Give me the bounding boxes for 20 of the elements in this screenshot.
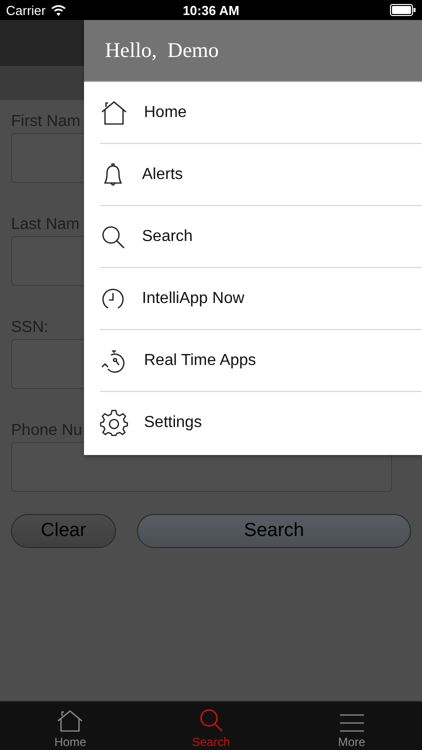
menu-item[interactable]: Search — [100, 206, 422, 268]
menu-item[interactable]: Settings — [100, 392, 422, 454]
carrier-label: Carrier — [6, 2, 46, 18]
tab[interactable]: More — [281, 702, 422, 750]
home-icon — [56, 709, 84, 733]
greeting: Hello, Demo — [105, 38, 219, 63]
clock-icon — [100, 286, 126, 312]
battery-icon — [390, 4, 416, 16]
search-icon — [100, 224, 126, 250]
status-time: 10:36 AM — [182, 2, 240, 18]
menu-item[interactable]: Home — [100, 82, 422, 144]
menu-item[interactable]: Alerts — [100, 144, 422, 206]
menu-item[interactable]: IntelliApp Now — [100, 268, 422, 330]
menu-item[interactable]: Real Time Apps — [100, 330, 422, 392]
wifi-icon — [50, 4, 66, 16]
menu-icon — [340, 713, 364, 733]
search-icon — [198, 707, 224, 733]
tab[interactable]: Home — [0, 702, 141, 750]
settings-icon — [100, 409, 128, 437]
home-icon — [100, 100, 128, 126]
